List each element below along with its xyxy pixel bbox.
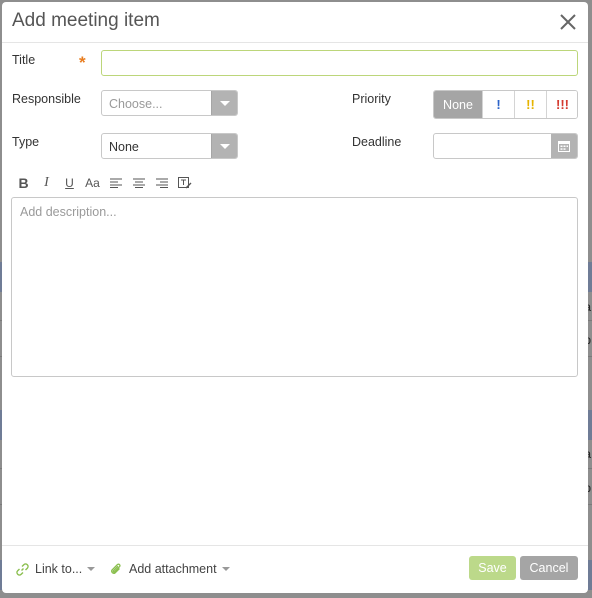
link-icon: [16, 562, 29, 576]
align-center-button[interactable]: [127, 174, 150, 192]
type-value: None: [109, 140, 139, 154]
add-attachment-button[interactable]: Add attachment: [110, 562, 230, 576]
clear-format-icon: [177, 177, 191, 189]
deadline-label: Deadline: [352, 135, 402, 149]
caret-down-icon: [87, 567, 96, 571]
description-editor[interactable]: Add description...: [11, 197, 578, 377]
bold-button[interactable]: B: [12, 174, 35, 192]
close-icon: [560, 14, 576, 30]
priority-selector: None ! !! !!!: [433, 90, 578, 119]
cancel-button[interactable]: Cancel: [520, 556, 578, 580]
type-select[interactable]: None: [101, 133, 238, 159]
responsible-placeholder: Choose...: [109, 97, 163, 111]
align-right-icon: [155, 178, 168, 188]
font-size-button[interactable]: Aa: [81, 174, 104, 192]
dialog-title: Add meeting item: [12, 10, 160, 31]
required-indicator: *: [79, 53, 86, 72]
paperclip-icon: [111, 563, 121, 574]
italic-button[interactable]: I: [35, 174, 58, 192]
dialog-footer: Link to... Add attachment Save Cancel: [2, 545, 588, 593]
responsible-select[interactable]: Choose...: [101, 90, 238, 116]
align-center-icon: [132, 178, 145, 188]
editor-toolbar: B I U Aa: [12, 174, 196, 192]
title-label: Title: [12, 53, 36, 67]
priority-none-button[interactable]: None: [434, 91, 482, 118]
save-button[interactable]: Save: [469, 556, 516, 580]
add-attachment-label: Add attachment: [129, 562, 217, 576]
close-button[interactable]: [558, 12, 578, 32]
chevron-down-icon[interactable]: [211, 134, 237, 158]
deadline-input[interactable]: [433, 133, 578, 159]
align-right-button[interactable]: [150, 174, 173, 192]
underline-button[interactable]: U: [58, 174, 81, 192]
add-meeting-item-dialog: Add meeting item Title * Responsible Cho…: [2, 2, 588, 593]
responsible-label: Responsible: [12, 92, 81, 106]
align-left-button[interactable]: [104, 174, 127, 192]
calendar-button[interactable]: [551, 134, 577, 158]
priority-medium-button[interactable]: !!: [514, 91, 546, 118]
chevron-down-icon[interactable]: [211, 91, 237, 115]
align-left-icon: [109, 178, 122, 188]
calendar-icon: [558, 141, 570, 152]
caret-down-icon: [221, 567, 230, 571]
priority-label: Priority: [352, 92, 391, 106]
priority-low-button[interactable]: !: [482, 91, 514, 118]
clear-format-button[interactable]: [173, 174, 196, 192]
description-placeholder: Add description...: [20, 205, 117, 219]
title-input[interactable]: [101, 50, 578, 76]
dialog-header: Add meeting item: [2, 2, 588, 43]
link-to-label: Link to...: [35, 562, 83, 576]
type-label: Type: [12, 135, 40, 149]
link-to-button[interactable]: Link to...: [16, 562, 96, 576]
priority-high-button[interactable]: !!!: [546, 91, 577, 118]
